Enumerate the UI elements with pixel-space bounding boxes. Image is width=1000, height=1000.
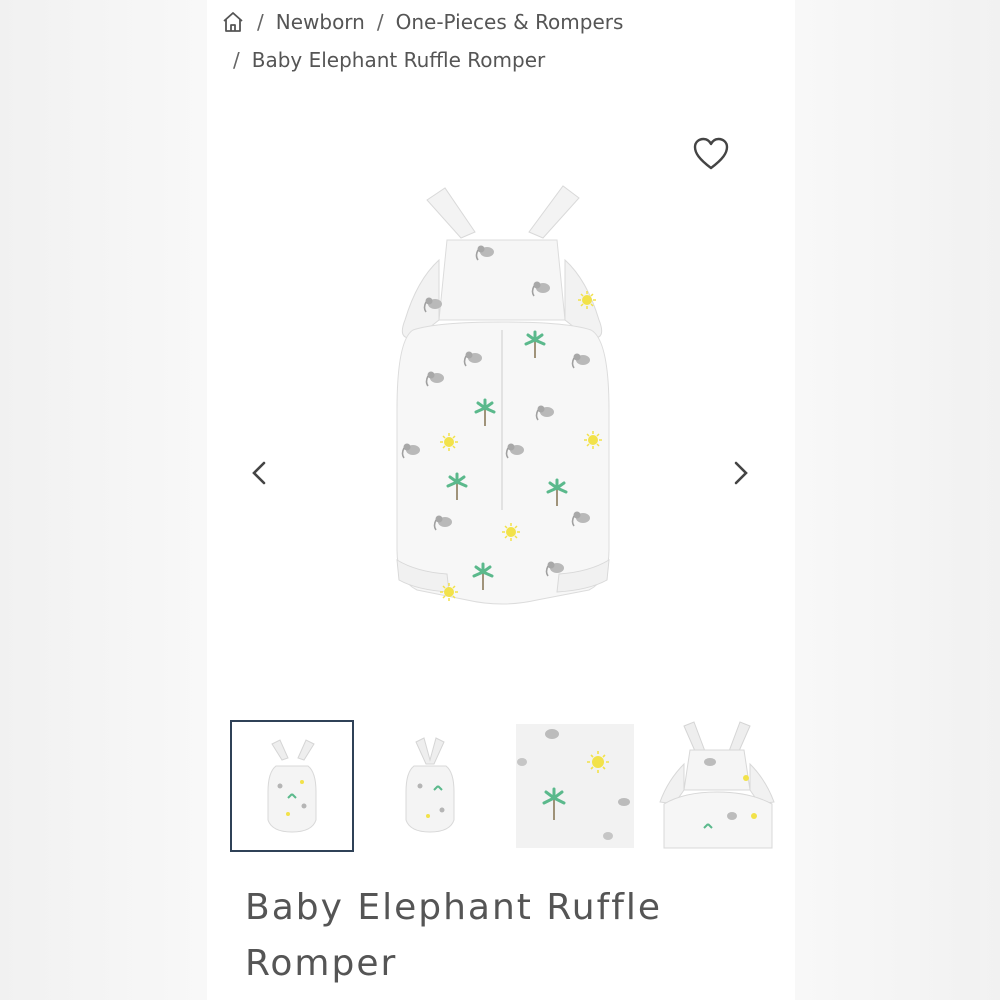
right-backdrop bbox=[795, 0, 1000, 1000]
main-product-image bbox=[396, 185, 610, 605]
breadcrumb-line-2: / Baby Elephant Ruffle Romper bbox=[233, 44, 545, 76]
thumbnail-front[interactable] bbox=[230, 720, 354, 852]
breadcrumb-separator: / bbox=[233, 48, 240, 72]
chevron-left-icon[interactable] bbox=[247, 455, 271, 491]
heart-outline-icon[interactable] bbox=[691, 136, 731, 172]
thumbnail-fabric-detail[interactable] bbox=[512, 720, 636, 852]
thumbnail-strip bbox=[230, 720, 778, 854]
breadcrumb-one-pieces-rompers[interactable]: One-Pieces & Rompers bbox=[396, 10, 624, 34]
home-icon[interactable] bbox=[221, 10, 245, 34]
thumbnail-back[interactable] bbox=[368, 720, 492, 852]
product-page: / Newborn / One-Pieces & Rompers / Baby … bbox=[207, 0, 795, 1000]
chevron-right-icon[interactable] bbox=[729, 455, 753, 491]
thumbnail-bib-detail[interactable] bbox=[654, 720, 778, 852]
product-title: Baby Elephant Ruffle Romper bbox=[245, 887, 663, 984]
left-backdrop bbox=[0, 0, 207, 1000]
breadcrumb-current-product: Baby Elephant Ruffle Romper bbox=[251, 48, 546, 72]
breadcrumb-newborn[interactable]: Newborn bbox=[276, 10, 365, 34]
breadcrumb-line-1: / Newborn / One-Pieces & Rompers bbox=[221, 4, 623, 40]
product-image-carousel bbox=[207, 110, 795, 700]
breadcrumb-separator: / bbox=[376, 10, 384, 34]
breadcrumb-separator: / bbox=[257, 10, 264, 34]
